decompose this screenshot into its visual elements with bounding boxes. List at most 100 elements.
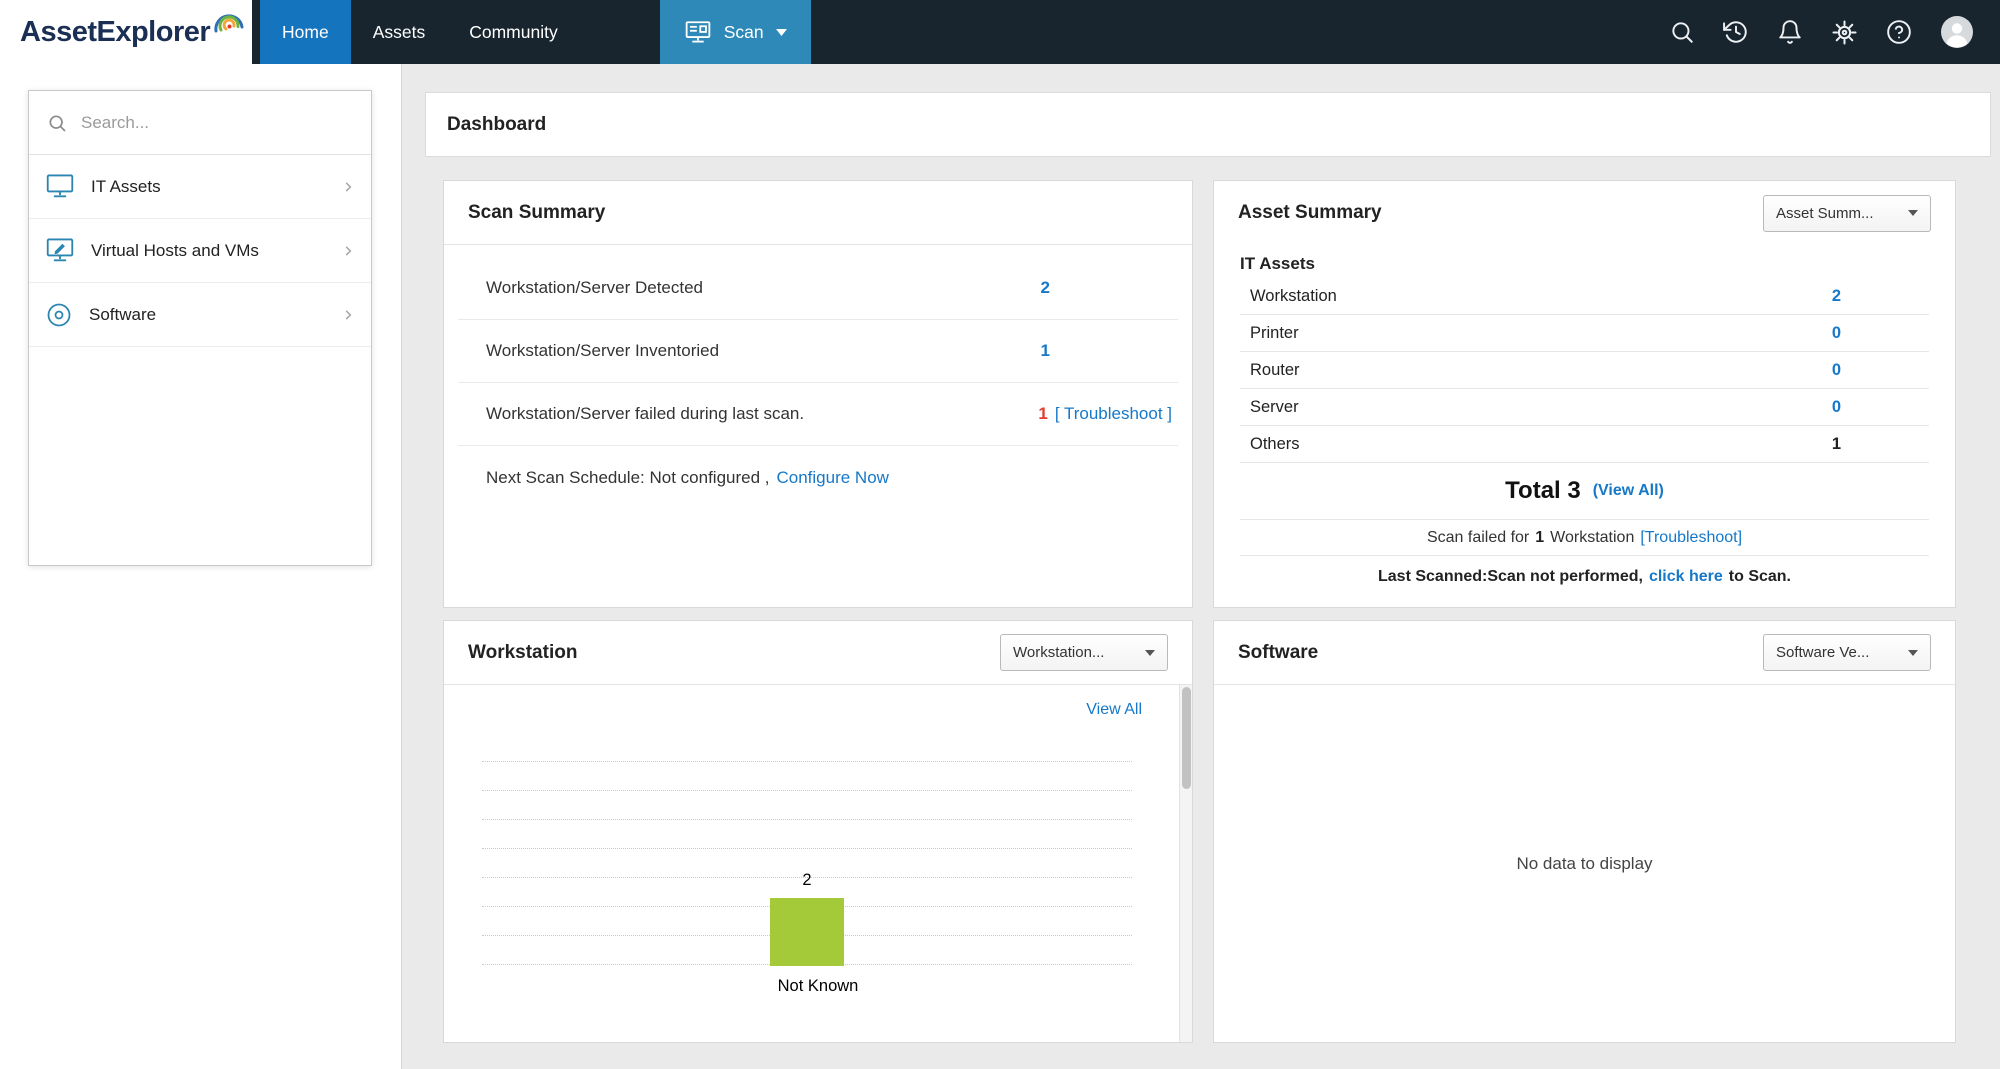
search-icon xyxy=(47,113,67,133)
help-icon[interactable] xyxy=(1886,19,1912,45)
software-card: Software Software Ve... No data to displ… xyxy=(1213,620,1956,1043)
workstation-bar[interactable] xyxy=(770,898,844,966)
configure-now-link[interactable]: Configure Now xyxy=(777,468,889,488)
sidebar-item-label: Virtual Hosts and VMs xyxy=(91,241,325,261)
sidebar-item-label: Software xyxy=(89,305,325,325)
total-label: Total 3 xyxy=(1505,477,1581,505)
top-navbar: AssetExplorer Home Assets Community xyxy=(0,0,2000,64)
chevron-right-icon xyxy=(341,308,355,322)
card-title: Asset Summary xyxy=(1238,202,1382,224)
chart-gridline xyxy=(482,819,1132,820)
scrollbar-thumb[interactable] xyxy=(1182,687,1191,789)
scan-summary-row: Workstation/Server Inventoried 1 xyxy=(458,320,1178,383)
sidebar-item-it-assets[interactable]: IT Assets xyxy=(29,155,371,219)
asset-total-row: Total 3 (View All) xyxy=(1240,463,1929,519)
row-label: Workstation/Server failed during last sc… xyxy=(486,404,804,424)
row-value[interactable]: 2 xyxy=(1041,278,1050,298)
user-avatar[interactable] xyxy=(1940,15,1974,49)
row-label: Workstation/Server Detected xyxy=(486,278,703,298)
asset-count[interactable]: 2 xyxy=(1832,287,1841,306)
scan-failed-text: Scan failed for xyxy=(1427,529,1529,547)
workstation-body: View All 2 Not Known xyxy=(444,685,1192,1042)
software-body: No data to display xyxy=(1214,685,1955,1042)
troubleshoot-link[interactable]: [Troubleshoot] xyxy=(1640,529,1742,547)
sidebar-panel: IT Assets Virtual Hosts and VMs Software xyxy=(28,90,372,566)
vm-monitor-icon xyxy=(45,237,75,264)
bar-value-label: 2 xyxy=(802,871,811,890)
asset-group-header: IT Assets xyxy=(1240,247,1929,278)
scan-summary-rows: Workstation/Server Detected 2 Workstatio… xyxy=(444,245,1192,509)
nav-tab-assets[interactable]: Assets xyxy=(351,0,448,64)
last-scanned-text: Last Scanned:Scan not performed, xyxy=(1378,568,1643,586)
brand-logo[interactable]: AssetExplorer xyxy=(0,0,252,64)
scan-label: Scan xyxy=(724,22,764,43)
workstation-card: Workstation Workstation... View All xyxy=(443,620,1193,1043)
click-here-link[interactable]: click here xyxy=(1649,568,1723,586)
navbar-icon-group xyxy=(1669,0,2000,64)
asset-label: Workstation xyxy=(1250,287,1337,306)
page-title: Dashboard xyxy=(447,114,546,136)
scan-failed-count: 1 xyxy=(1535,529,1544,547)
main-nav: Home Assets Community xyxy=(260,0,580,64)
troubleshoot-link[interactable]: [ Troubleshoot ] xyxy=(1055,404,1172,424)
workstation-header: Workstation Workstation... xyxy=(444,621,1192,685)
sidebar-search-input[interactable] xyxy=(81,113,353,133)
chart-gridline xyxy=(482,761,1132,762)
schedule-text: Next Scan Schedule: Not configured , xyxy=(486,468,770,488)
chevron-down-icon xyxy=(1145,650,1155,656)
search-icon[interactable] xyxy=(1669,19,1695,45)
chevron-down-icon xyxy=(776,29,787,36)
chevron-down-icon xyxy=(1908,650,1918,656)
monitor-icon xyxy=(45,173,75,200)
chevron-right-icon xyxy=(341,180,355,194)
chevron-down-icon xyxy=(1908,210,1918,216)
asset-label: Others xyxy=(1250,435,1300,454)
chart-bar-group: 2 xyxy=(770,871,844,966)
scan-summary-row: Workstation/Server failed during last sc… xyxy=(458,383,1178,446)
software-header: Software Software Ve... xyxy=(1214,621,1955,685)
sidebar-item-software[interactable]: Software xyxy=(29,283,371,347)
asset-count[interactable]: 0 xyxy=(1832,324,1841,343)
bar-chart: 2 xyxy=(482,761,1132,966)
brand-swoosh-icon xyxy=(208,1,248,41)
asset-row: Workstation 2 xyxy=(1240,278,1929,315)
row-value[interactable]: 1 xyxy=(1041,341,1050,361)
view-all-link[interactable]: View All xyxy=(1086,701,1142,719)
last-scanned-row: Last Scanned:Scan not performed, click h… xyxy=(1240,556,1929,598)
workstation-scrollbar[interactable] xyxy=(1179,685,1192,1042)
main-content: Dashboard Scan Summary Workstation/Serve… xyxy=(402,64,2000,1069)
asset-label: Server xyxy=(1250,398,1299,417)
notifications-icon[interactable] xyxy=(1777,19,1803,45)
dashboard-header-bar: Dashboard xyxy=(425,92,1991,157)
left-sidebar: IT Assets Virtual Hosts and VMs Software xyxy=(0,64,402,1069)
nav-tab-community[interactable]: Community xyxy=(447,0,580,64)
chart-gridline xyxy=(482,790,1132,791)
asset-label: Printer xyxy=(1250,324,1299,343)
asset-row: Server 0 xyxy=(1240,389,1929,426)
asset-summary-dropdown[interactable]: Asset Summ... xyxy=(1763,195,1931,232)
asset-count: 1 xyxy=(1832,435,1841,454)
sidebar-item-label: IT Assets xyxy=(91,177,325,197)
settings-icon[interactable] xyxy=(1831,19,1858,46)
history-icon[interactable] xyxy=(1723,19,1749,45)
sidebar-search xyxy=(29,91,371,155)
asset-label: Router xyxy=(1250,361,1300,380)
software-dropdown[interactable]: Software Ve... xyxy=(1763,634,1931,671)
view-all-link[interactable]: (View All) xyxy=(1593,482,1664,500)
asset-count[interactable]: 0 xyxy=(1832,361,1841,380)
dropdown-value: Software Ve... xyxy=(1776,644,1900,661)
card-title: Scan Summary xyxy=(468,202,605,224)
workstation-dropdown[interactable]: Workstation... xyxy=(1000,634,1168,671)
empty-state-text: No data to display xyxy=(1516,854,1652,874)
scan-menu-button[interactable]: Scan xyxy=(660,0,811,64)
scan-summary-card: Scan Summary Workstation/Server Detected… xyxy=(443,180,1193,608)
asset-count[interactable]: 0 xyxy=(1832,398,1841,417)
sidebar-item-virtual-hosts[interactable]: Virtual Hosts and VMs xyxy=(29,219,371,283)
disc-icon xyxy=(45,301,73,329)
scan-summary-header: Scan Summary xyxy=(444,181,1192,245)
asset-row: Others 1 xyxy=(1240,426,1929,463)
card-title: Software xyxy=(1238,642,1318,664)
chart-gridline xyxy=(482,848,1132,849)
nav-tab-home[interactable]: Home xyxy=(260,0,351,64)
brand-name: AssetExplorer xyxy=(20,16,210,49)
